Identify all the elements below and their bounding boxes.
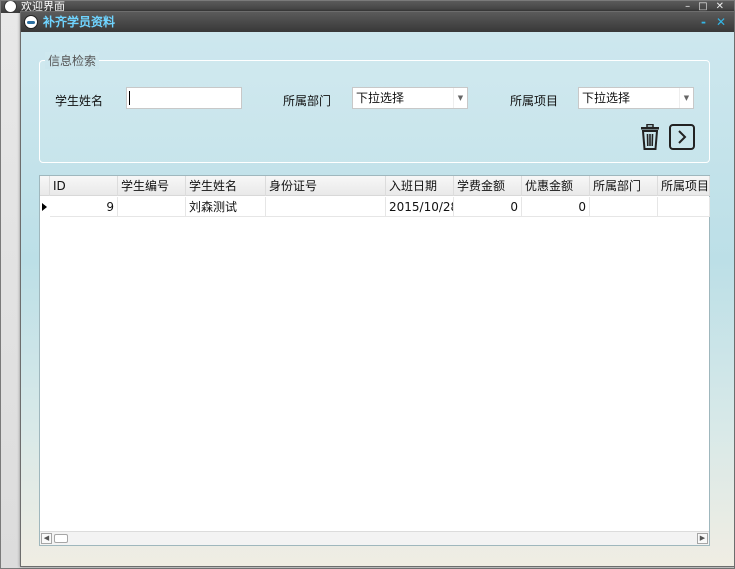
dialog-controls: - ✕ (701, 12, 726, 32)
scrollbar-thumb[interactable] (54, 534, 68, 543)
grid-header: ID 学生编号 学生姓名 身份证号 入班日期 学费金额 优惠金额 所属部门 所属… (40, 176, 710, 196)
column-header-id[interactable]: ID (50, 176, 118, 196)
cell-id[interactable]: 9 (50, 197, 118, 217)
column-header-student-name[interactable]: 学生姓名 (186, 176, 266, 196)
cell-project[interactable] (658, 197, 710, 217)
close-button[interactable]: ✕ (716, 12, 726, 32)
department-select-value: 下拉选择 (356, 91, 405, 105)
next-button[interactable] (669, 124, 695, 150)
cell-tuition[interactable]: 0 (454, 197, 522, 217)
student-data-grid[interactable]: ID 学生编号 学生姓名 身份证号 入班日期 学费金额 优惠金额 所属部门 所属… (39, 175, 710, 546)
cell-discount[interactable]: 0 (522, 197, 590, 217)
student-name-input[interactable] (126, 87, 242, 109)
chevron-right-icon (669, 124, 695, 150)
text-caret (129, 91, 130, 105)
dialog-title: 补齐学员资料 (43, 15, 116, 29)
project-select-value: 下拉选择 (582, 91, 631, 105)
dialog-titlebar[interactable]: 补齐学员资料 - ✕ (21, 12, 734, 32)
minimize-button[interactable]: - (701, 12, 706, 32)
cell-student-number[interactable] (118, 197, 186, 217)
project-label: 所属项目 (510, 94, 559, 108)
column-header-discount[interactable]: 优惠金额 (522, 176, 590, 196)
column-header-enroll-date[interactable]: 入班日期 (386, 176, 454, 196)
column-header-tuition[interactable]: 学费金额 (454, 176, 522, 196)
table-row[interactable]: 9 刘森测试 2015/10/28 0 0 (40, 197, 710, 217)
delete-button[interactable] (639, 123, 661, 150)
cell-enroll-date[interactable]: 2015/10/28 (386, 197, 454, 217)
department-select[interactable]: 下拉选择 ▼ (352, 87, 468, 109)
cell-department[interactable] (590, 197, 658, 217)
student-name-label: 学生姓名 (55, 94, 104, 108)
cell-student-name[interactable]: 刘森测试 (186, 197, 266, 217)
dropdown-arrow-icon[interactable]: ▼ (679, 88, 693, 108)
search-group (39, 60, 710, 163)
cell-id-card[interactable] (266, 197, 386, 217)
column-header-student-number[interactable]: 学生编号 (118, 176, 186, 196)
column-header-id-card[interactable]: 身份证号 (266, 176, 386, 196)
row-header-column (40, 176, 50, 196)
app-logo-icon (24, 15, 38, 29)
app-logo-icon (4, 1, 17, 13)
department-label: 所属部门 (283, 94, 332, 108)
scroll-right-icon[interactable]: ▶ (697, 533, 708, 544)
column-header-department[interactable]: 所属部门 (590, 176, 658, 196)
current-row-indicator-icon (40, 197, 50, 217)
scroll-left-icon[interactable]: ◀ (41, 533, 52, 544)
column-header-project[interactable]: 所属项目 (658, 176, 710, 196)
trash-icon (641, 123, 659, 150)
horizontal-scrollbar[interactable]: ◀ ▶ (40, 531, 709, 545)
dropdown-arrow-icon[interactable]: ▼ (453, 88, 467, 108)
search-group-legend: 信息检索 (45, 52, 100, 69)
project-select[interactable]: 下拉选择 ▼ (578, 87, 694, 109)
supplement-student-dialog: 补齐学员资料 - ✕ 信息检索 学生姓名 所属部门 下拉选择 ▼ 所属项目 下拉… (20, 11, 735, 567)
